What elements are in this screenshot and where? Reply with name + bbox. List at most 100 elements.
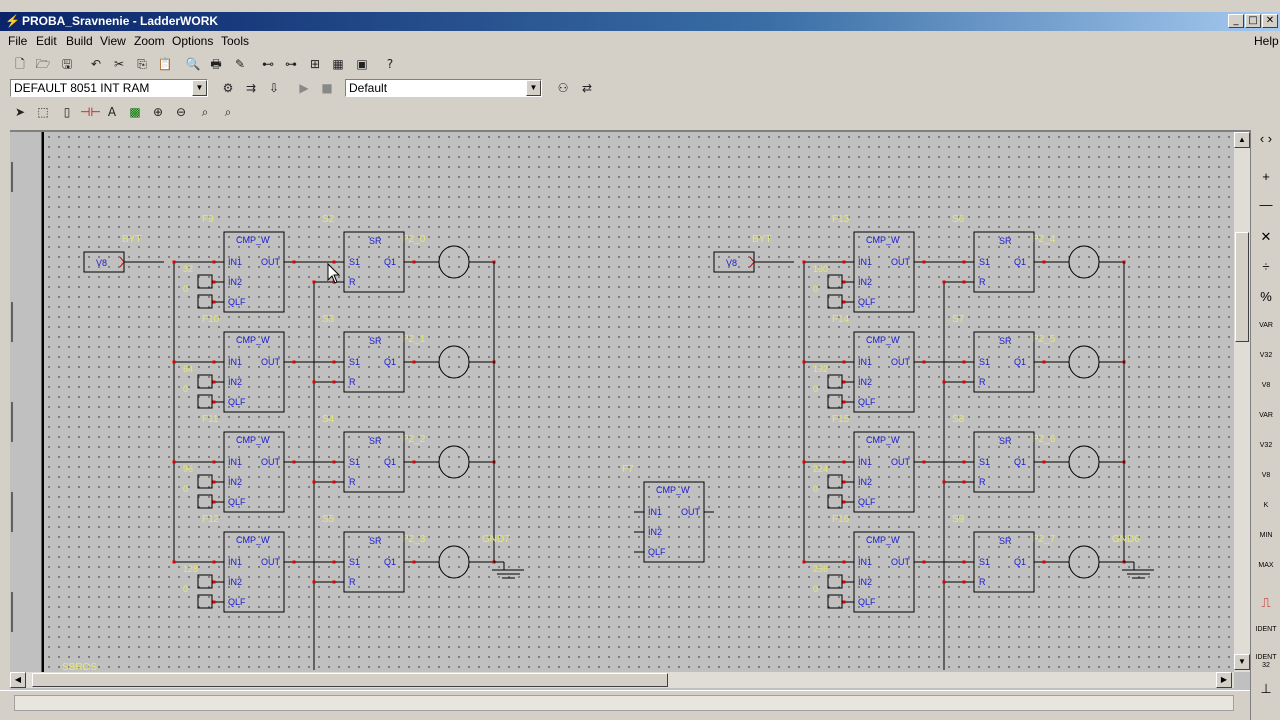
select-rect-icon[interactable]: ⬚ <box>33 103 53 121</box>
grid-icon[interactable]: ▦ <box>328 55 348 73</box>
zoom-window-icon[interactable]: ⌕ <box>218 103 238 121</box>
help-icon[interactable]: ? <box>380 55 400 73</box>
frame-icon[interactable]: ▣ <box>352 55 372 73</box>
menu-zoom[interactable]: Zoom <box>134 34 165 48</box>
palette-pulse-icon[interactable]: ⎍ <box>1253 596 1279 624</box>
run-icon[interactable]: ▶ <box>294 79 314 97</box>
connection-node <box>842 280 846 284</box>
connection-node <box>312 580 316 584</box>
palette-percent-icon[interactable]: % <box>1253 290 1279 318</box>
const-box <box>197 594 213 609</box>
pointer-icon[interactable]: ➤ <box>10 103 30 121</box>
connection-node <box>1042 560 1046 564</box>
vertical-scrollbar[interactable]: ▲ ▼ <box>1234 132 1250 672</box>
scroll-left-icon[interactable]: ◀ <box>10 672 26 688</box>
palette-v8-2[interactable]: V8 <box>1253 472 1279 500</box>
ladder-canvas[interactable]: BYT V8 F9 S2 P2_0 32 0 CMP_W IN1 IN2 QLF OUT SR S1 R Q1… <box>44 132 1234 672</box>
ladder-diagram[interactable]: BYT V8 F9 S2 P2_0 32 0 CMP_W IN1 IN2 QLF OUT SR S1 R Q1… <box>44 132 1234 672</box>
constant-zero: 0 <box>183 484 188 494</box>
palette-v32[interactable]: V32 <box>1253 352 1279 380</box>
menu-edit[interactable]: Edit <box>36 34 57 48</box>
output-coil-label: P2_6 <box>1032 434 1056 445</box>
undo-icon[interactable]: ↶ <box>86 55 106 73</box>
output-icon[interactable]: ⊞ <box>305 55 325 73</box>
scroll-down-icon[interactable]: ▼ <box>1234 654 1250 670</box>
palette-divide-icon[interactable]: ÷ <box>1253 260 1279 288</box>
print-preview-icon[interactable]: 🔍 <box>183 55 203 73</box>
paste-icon[interactable]: 📋 <box>155 55 175 73</box>
connection-node <box>332 460 336 464</box>
connection-node <box>802 460 806 464</box>
close-button[interactable]: ✕ <box>1262 14 1278 28</box>
menu-help[interactable]: Help <box>1254 34 1279 48</box>
minimize-button[interactable]: _ <box>1228 14 1244 28</box>
gnd-label: GND6 <box>1112 534 1140 545</box>
connection-node <box>292 560 296 564</box>
zoom-fit-icon[interactable]: ⌕ <box>195 103 215 121</box>
palette-minus-icon[interactable]: — <box>1253 198 1279 226</box>
image-icon[interactable]: ▩ <box>125 103 145 121</box>
menu-file[interactable]: File <box>8 34 27 48</box>
menu-build[interactable]: Build <box>66 34 93 48</box>
vertical-scroll-thumb[interactable] <box>1235 232 1249 342</box>
connection-node <box>212 480 216 484</box>
palette-v8[interactable]: V8 <box>1253 382 1279 410</box>
center-cmp-label: F7 <box>622 464 634 475</box>
menu-tools[interactable]: Tools <box>221 34 249 48</box>
horizontal-scrollbar[interactable]: ◀ ▶ <box>10 672 1234 688</box>
menu-options[interactable]: Options <box>172 34 213 48</box>
hierarchy-icon[interactable]: ⊶ <box>281 55 301 73</box>
palette-ident[interactable]: IDENT <box>1253 626 1279 654</box>
palette-cross-icon[interactable]: ✕ <box>1253 230 1279 258</box>
transfer-icon[interactable]: ⇄ <box>577 79 597 97</box>
palette-var-2[interactable]: VAR <box>1253 412 1279 440</box>
open-folder-icon[interactable]: 🗁 <box>33 55 53 73</box>
download-icon[interactable]: ⇩ <box>264 79 284 97</box>
pin-q1: Q1 <box>1014 557 1026 567</box>
monitor-icon[interactable]: ⚇ <box>553 79 573 97</box>
pin-in2: IN2 <box>228 377 242 387</box>
palette-k[interactable]: K <box>1253 502 1279 530</box>
link-icon[interactable]: ⇉ <box>241 79 261 97</box>
new-file-icon[interactable]: 🗋 <box>10 55 30 73</box>
pin-s1: S1 <box>979 557 990 567</box>
pin-r: R <box>979 277 986 287</box>
scroll-right-icon[interactable]: ▶ <box>1216 672 1232 688</box>
zoom-out-icon[interactable]: ⊖ <box>171 103 191 121</box>
cut-icon[interactable]: ✂ <box>109 55 129 73</box>
palette-v32-2[interactable]: V32 <box>1253 442 1279 470</box>
edit-pencil-icon[interactable]: ✎ <box>230 55 250 73</box>
chevron-down-icon[interactable]: ▼ <box>192 80 207 96</box>
chevron-down-icon[interactable]: ▼ <box>526 80 541 96</box>
palette-tree-icon[interactable]: ⊥ <box>1253 682 1279 710</box>
save-icon[interactable]: 🖫 <box>57 55 77 73</box>
text-tool-icon[interactable]: A <box>102 103 122 121</box>
maximize-button[interactable]: □ <box>1245 14 1261 28</box>
sr-title: SR <box>369 536 382 546</box>
pin-s1: S1 <box>349 357 360 367</box>
menu-bar: File Edit Build View Zoom Options Tools … <box>0 31 1280 51</box>
stop-icon[interactable]: ■ <box>317 79 337 97</box>
palette-plus-icon[interactable]: + <box>1253 170 1279 198</box>
pin-q1: Q1 <box>1014 257 1026 267</box>
target-combo[interactable]: DEFAULT 8051 INT RAM ▼ <box>10 79 208 97</box>
scroll-up-icon[interactable]: ▲ <box>1234 132 1250 148</box>
compile-icon[interactable]: ⚙ <box>218 79 238 97</box>
palette-min[interactable]: MIN <box>1253 532 1279 560</box>
horizontal-scroll-thumb[interactable] <box>32 673 668 687</box>
const-box <box>827 294 843 309</box>
zoom-in-icon[interactable]: ⊕ <box>148 103 168 121</box>
config-combo[interactable]: Default ▼ <box>345 79 542 97</box>
pin-q1: Q1 <box>384 457 396 467</box>
copy-icon[interactable]: ⎘ <box>132 55 152 73</box>
palette-var[interactable]: VAR <box>1253 322 1279 350</box>
palette-max[interactable]: MAX <box>1253 562 1279 590</box>
network-icon[interactable]: ⊷ <box>258 55 278 73</box>
menu-view[interactable]: View <box>100 34 126 48</box>
palette-ident-32[interactable]: IDENT 32 <box>1253 654 1279 682</box>
print-icon[interactable]: 🖶 <box>206 55 226 73</box>
contact-icon[interactable]: ⊣⊢ <box>80 103 101 121</box>
block-icon[interactable]: ▯ <box>57 103 77 121</box>
palette-nav-icon[interactable]: ‹ › <box>1253 132 1279 160</box>
connection-node <box>212 280 216 284</box>
